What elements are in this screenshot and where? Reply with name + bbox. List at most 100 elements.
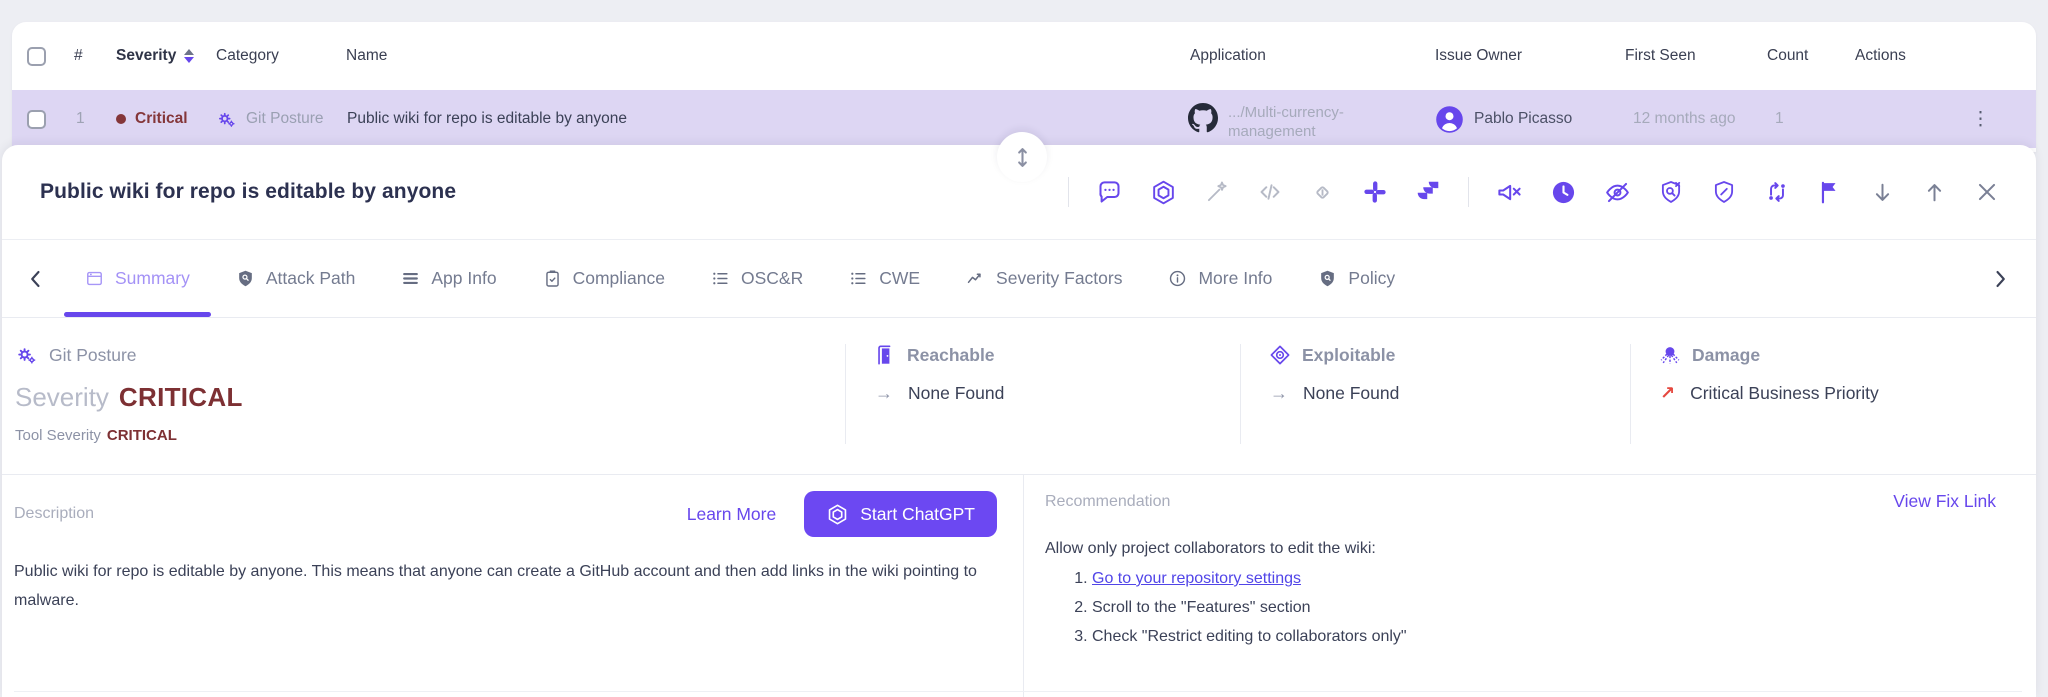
chatgpt-icon[interactable] [1150,179,1177,206]
panel-toolbar [1068,177,2000,207]
close-icon[interactable] [1974,179,2000,205]
detail-body: Description Learn More Start ChatGPT Pub… [2,475,2036,697]
arrow-up-right-icon: ↗ [1660,383,1675,404]
github-icon [1188,103,1218,133]
toolbar-divider [1468,177,1469,207]
gears-icon [15,344,38,367]
attack-path-shield-icon [236,269,255,288]
repository-settings-link[interactable]: Go to your repository settings [1092,570,1301,587]
col-header-num[interactable]: # [66,47,108,65]
mute-alert-icon[interactable] [1496,179,1523,206]
bottom-divider [14,691,2022,692]
magic-wand-icon[interactable] [1204,179,1230,205]
description-section: Description Learn More Start ChatGPT Pub… [2,475,1023,697]
code-icon[interactable] [1257,179,1283,205]
severity-summary: Git Posture SeverityCRITICAL Tool Severi… [2,344,845,444]
select-all-checkbox[interactable] [27,47,46,66]
resize-arrow-icon [1010,145,1035,170]
slack-icon[interactable] [1362,179,1388,205]
tab-oscr[interactable]: OSC&R [688,240,826,317]
col-header-application[interactable]: Application [1168,47,1413,65]
col-header-actions: Actions [1848,47,2036,65]
severity-cell: Critical [108,110,208,128]
move-up-icon[interactable] [1922,180,1947,205]
tab-more-info[interactable]: More Info [1145,240,1295,317]
info-icon [1168,269,1187,288]
summary-category: Git Posture [49,345,137,366]
tab-summary[interactable]: Summary [62,240,213,317]
recommendation-intro: Allow only project collaborators to edit… [1045,536,1996,562]
tab-severity-factors[interactable]: Severity Factors [943,240,1145,317]
severity-label: Critical [135,110,188,128]
policy-shield-icon [1318,269,1337,288]
ignore-shield-icon[interactable] [1658,179,1684,205]
gears-icon [216,109,237,130]
comment-icon[interactable] [1096,179,1123,206]
severity-value: CRITICAL [119,382,243,412]
commit-icon[interactable] [1310,180,1335,205]
move-down-icon[interactable] [1870,180,1895,205]
list-icon [711,269,730,288]
damage-burst-icon [1659,344,1681,366]
panel-tabs: Summary Attack Path App Info Compliance [2,240,2036,318]
issue-name[interactable]: Public wiki for repo is editable by anyo… [338,110,1168,128]
git-compare-icon[interactable] [1764,179,1790,205]
owner-name: Pablo Picasso [1474,110,1572,128]
reachable-door-icon [874,344,896,366]
flag-icon[interactable] [1817,179,1843,205]
col-header-first-seen[interactable]: First Seen [1613,47,1753,65]
tabs-scroll-right-icon[interactable] [1988,267,2012,291]
application-name: .../Multi-currency-management [1228,103,1386,141]
tab-cwe[interactable]: CWE [826,240,943,317]
application-cell[interactable]: .../Multi-currency-management [1168,97,1413,141]
reachable-card: Reachable → None Found [845,344,1240,444]
row-select-cell [12,110,66,129]
exploitable-card: Exploitable → None Found [1240,344,1630,444]
exploitable-value: None Found [1303,383,1399,404]
jira-icon[interactable] [1415,179,1441,205]
arrow-right-icon: → [875,383,893,404]
tab-compliance[interactable]: Compliance [520,240,688,317]
recommendation-steps: Go to your repository settings Scroll to… [1045,566,1996,650]
col-header-category[interactable]: Category [208,47,338,65]
tab-policy[interactable]: Policy [1295,240,1418,317]
col-header-severity[interactable]: Severity [108,47,208,65]
tabs-scroll-left-icon[interactable] [24,267,48,291]
recommendation-section: Recommendation View Fix Link Allow only … [1023,475,2036,697]
start-chatgpt-button[interactable]: Start ChatGPT [804,491,997,537]
snooze-clock-icon[interactable] [1550,179,1577,206]
learn-more-link[interactable]: Learn More [687,504,777,525]
recommendation-step: Check "Restrict editing to collaborators… [1092,624,1996,650]
list-icon [849,269,868,288]
tool-severity-line: Tool SeverityCRITICAL [15,427,845,444]
compliance-clipboard-icon [543,269,562,288]
row-index: 1 [66,110,108,128]
damage-value: Critical Business Priority [1690,383,1879,404]
table-header: # Severity Category Name Application Iss… [12,22,2036,90]
col-header-count[interactable]: Count [1753,47,1848,65]
sort-icon[interactable] [184,49,194,63]
col-header-issue-owner[interactable]: Issue Owner [1413,47,1613,65]
exploitable-target-icon [1269,344,1291,366]
avatar [1435,105,1464,134]
override-shield-icon[interactable] [1711,179,1737,205]
severity-line: SeverityCRITICAL [15,382,845,413]
summary-card-icon [85,269,104,288]
app-info-lines-icon [401,269,420,288]
reachable-value: None Found [908,383,1004,404]
col-header-name[interactable]: Name [338,47,1168,65]
kebab-menu-icon[interactable]: ⋮ [1971,110,1990,129]
category-cell: Git Posture [208,109,338,130]
panel-title: Public wiki for repo is editable by anyo… [40,180,456,204]
select-all-cell [12,47,66,66]
recommendation-label: Recommendation [1045,493,1170,511]
issue-owner-cell[interactable]: Pablo Picasso [1413,105,1613,134]
tab-app-info[interactable]: App Info [378,240,519,317]
tab-attack-path[interactable]: Attack Path [213,240,379,317]
issue-detail-panel: Public wiki for repo is editable by anyo… [2,145,2036,697]
resize-drag-handle[interactable] [997,132,1047,182]
hide-eye-icon[interactable] [1604,179,1631,206]
view-fix-link[interactable]: View Fix Link [1893,491,1996,512]
row-checkbox[interactable] [27,110,46,129]
recommendation-step: Go to your repository settings [1092,566,1996,592]
